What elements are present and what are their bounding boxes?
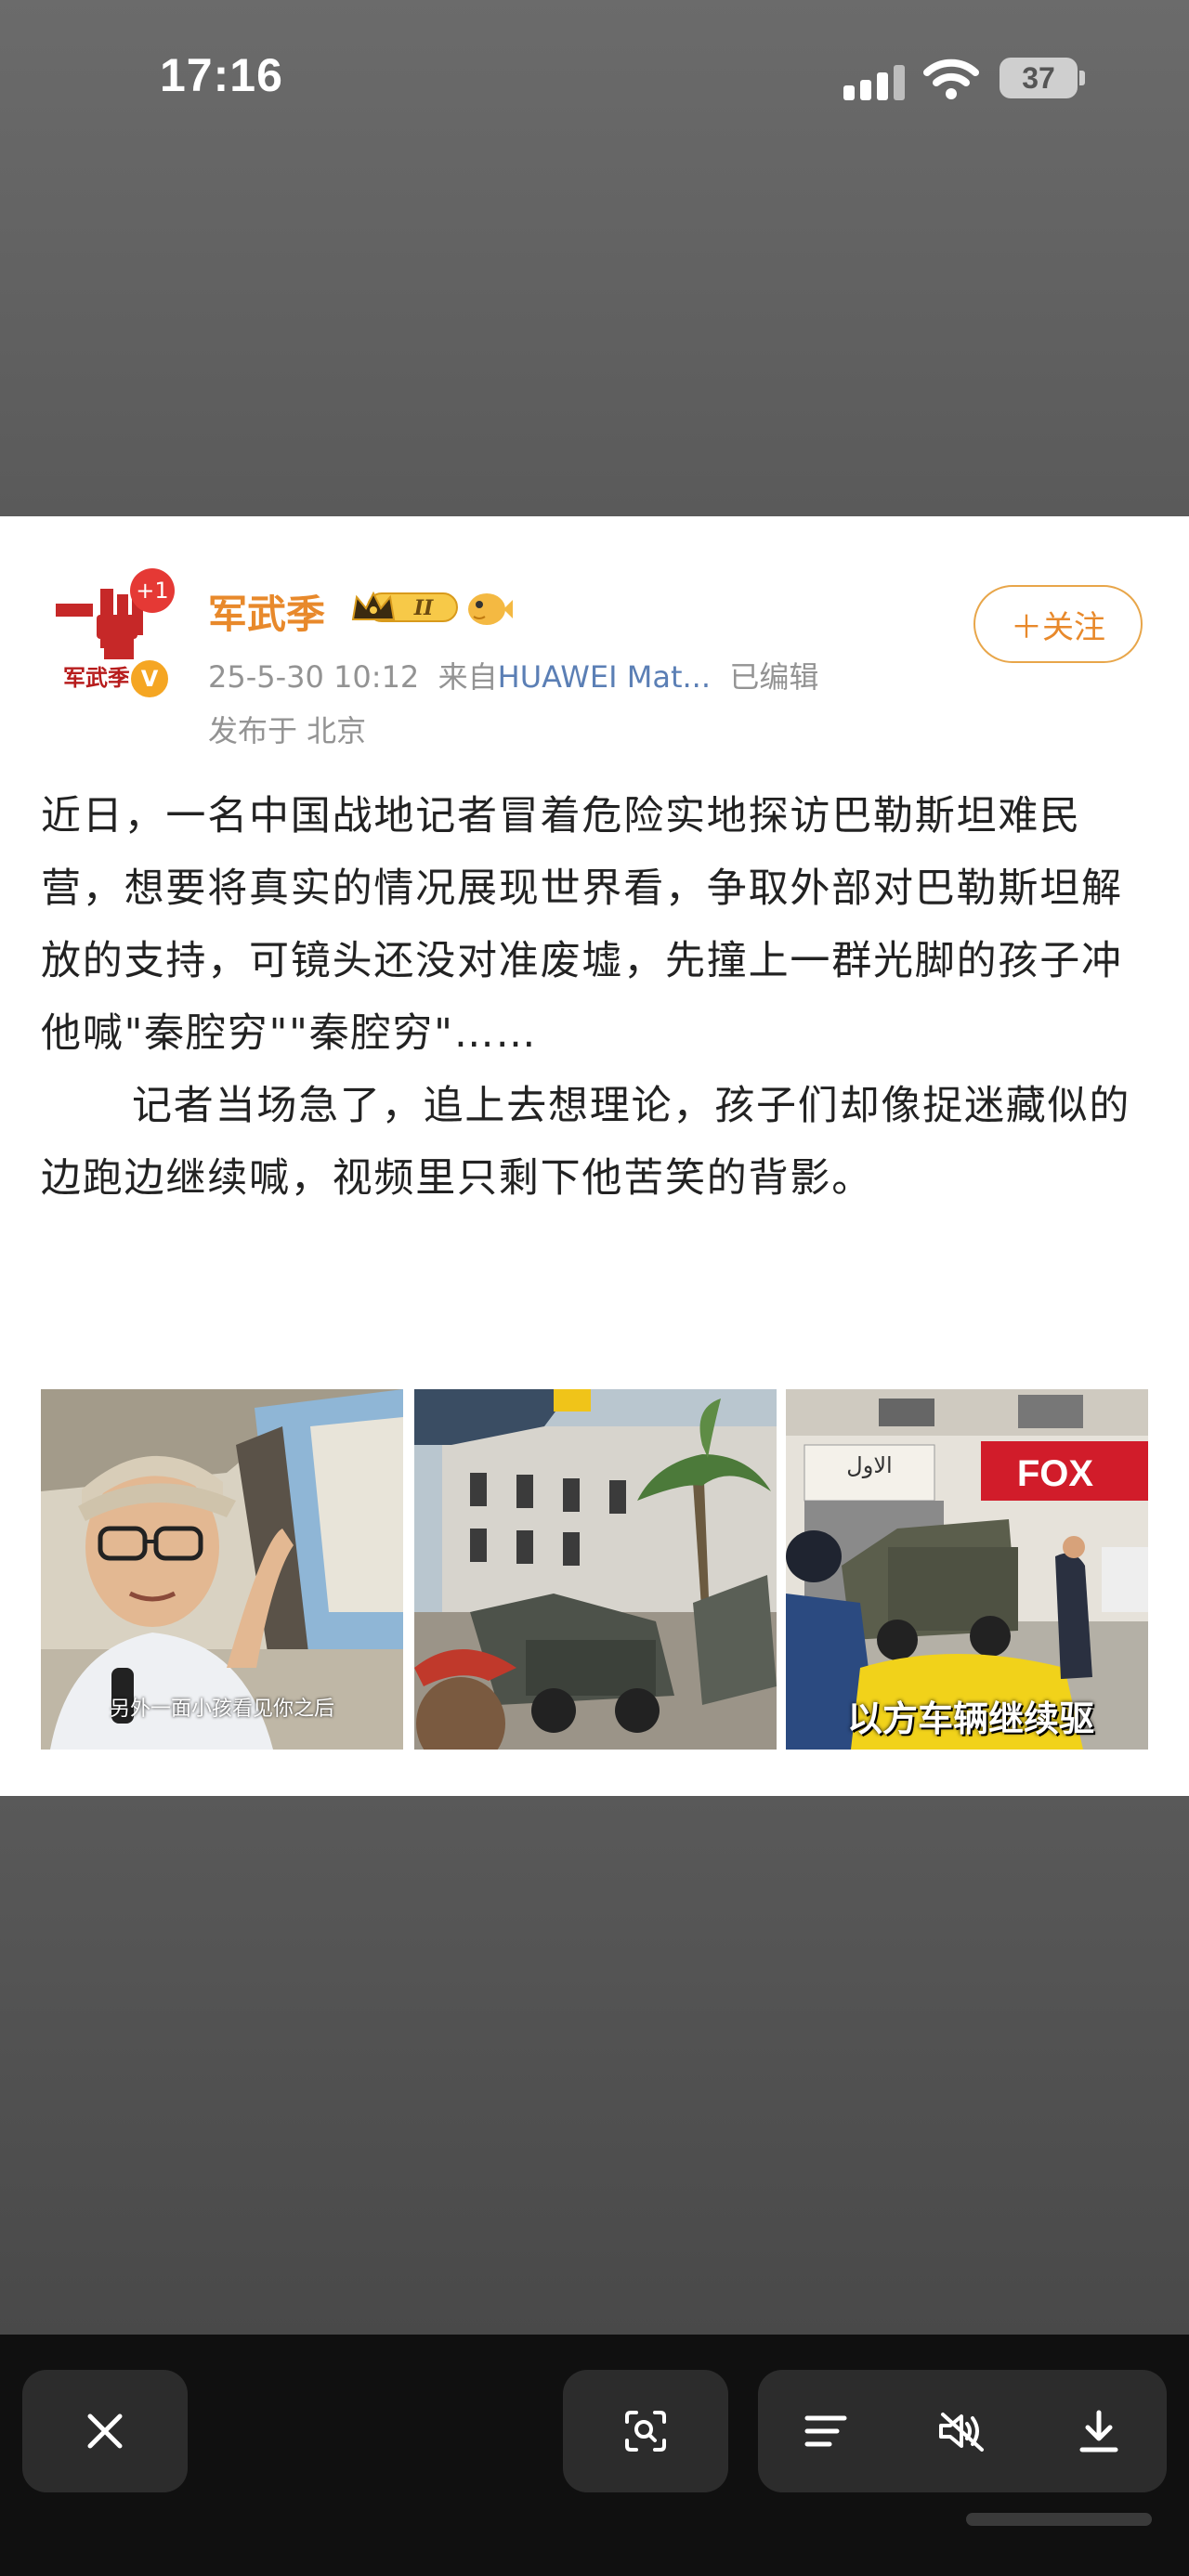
download-button[interactable] [1062,2394,1136,2468]
cellular-signal-icon [843,63,907,100]
wifi-icon [923,58,979,104]
download-icon [1079,2410,1118,2452]
device-link[interactable]: HUAWEI Mat... [498,659,711,695]
status-bar: 17:16 37 [0,0,1189,158]
battery-level: 37 [1022,60,1055,95]
puffer-fish-icon [468,593,513,625]
post-paragraph: 记者当场急了，追上去想理论，孩子们却像捉迷藏似的边跑边继续喊，视频里只剩下他苦笑… [41,1083,1131,1202]
backdrop-bottom [0,1796,1189,2335]
scan-text-icon [608,2394,683,2468]
post-paragraph: 近日，一名中国战地记者冒着危险实地探访巴勒斯坦难民营，想要将真实的情况展现世界看… [41,793,1123,1057]
close-button[interactable] [22,2370,188,2492]
image-grid: 另外一面小孩看见你之后 الاول FOX 以方车辆继续驱 [41,1389,1148,1750]
menu-button[interactable] [789,2394,863,2468]
post-meta: 25-5-30 10:12 来自HUAWEI Mat... 已编辑 [208,654,818,696]
shop-sign-text: FOX [1017,1453,1094,1494]
mute-icon [938,2413,984,2452]
avatar-text: 军武季 [63,665,130,691]
post-image-1[interactable]: 另外一面小孩看见你之后 [41,1389,403,1750]
image-caption: 另外一面小孩看见你之后 [109,1698,334,1721]
post-card: 军武季 +1 V 军武季 II 25-5-30 10:12 来自HUAWEI M… [0,516,1189,1796]
close-icon [68,2394,142,2468]
post-location: 发布于 北京 [208,713,367,748]
battery-indicator: 37 [1000,58,1078,98]
crown-badge-icon: II [351,591,458,622]
status-time: 17:16 [160,49,283,101]
avatar-notification-badge: +1 [130,568,175,613]
post-image-2[interactable] [414,1389,777,1750]
post-body: 近日，一名中国战地记者冒着危险实地探访巴勒斯坦难民营，想要将真实的情况展现世界看… [41,780,1152,1215]
viewer-toolbar [0,2335,1189,2576]
author-name[interactable]: 军武季 [208,583,325,640]
mute-button[interactable] [925,2394,1000,2468]
menu-icon [804,2415,847,2447]
follow-button[interactable]: ＋关注 [973,585,1143,663]
arabic-sign-text: الاول [846,1452,892,1478]
edited-label[interactable]: 已编辑 [729,659,818,695]
author-badges: II [349,587,513,628]
source-prefix: 来自 [438,659,498,695]
home-indicator [966,2513,1152,2526]
post-image-3[interactable]: الاول FOX 以方车辆继续驱 [786,1389,1148,1750]
media-controls [758,2370,1167,2492]
post-date: 25-5-30 10:12 [208,659,420,695]
image-caption: 以方车辆继续驱 [847,1698,1095,1739]
scan-text-button[interactable] [563,2370,728,2492]
badge-level: II [413,596,434,620]
battery-tip [1079,71,1085,85]
verified-icon: V [128,657,171,700]
